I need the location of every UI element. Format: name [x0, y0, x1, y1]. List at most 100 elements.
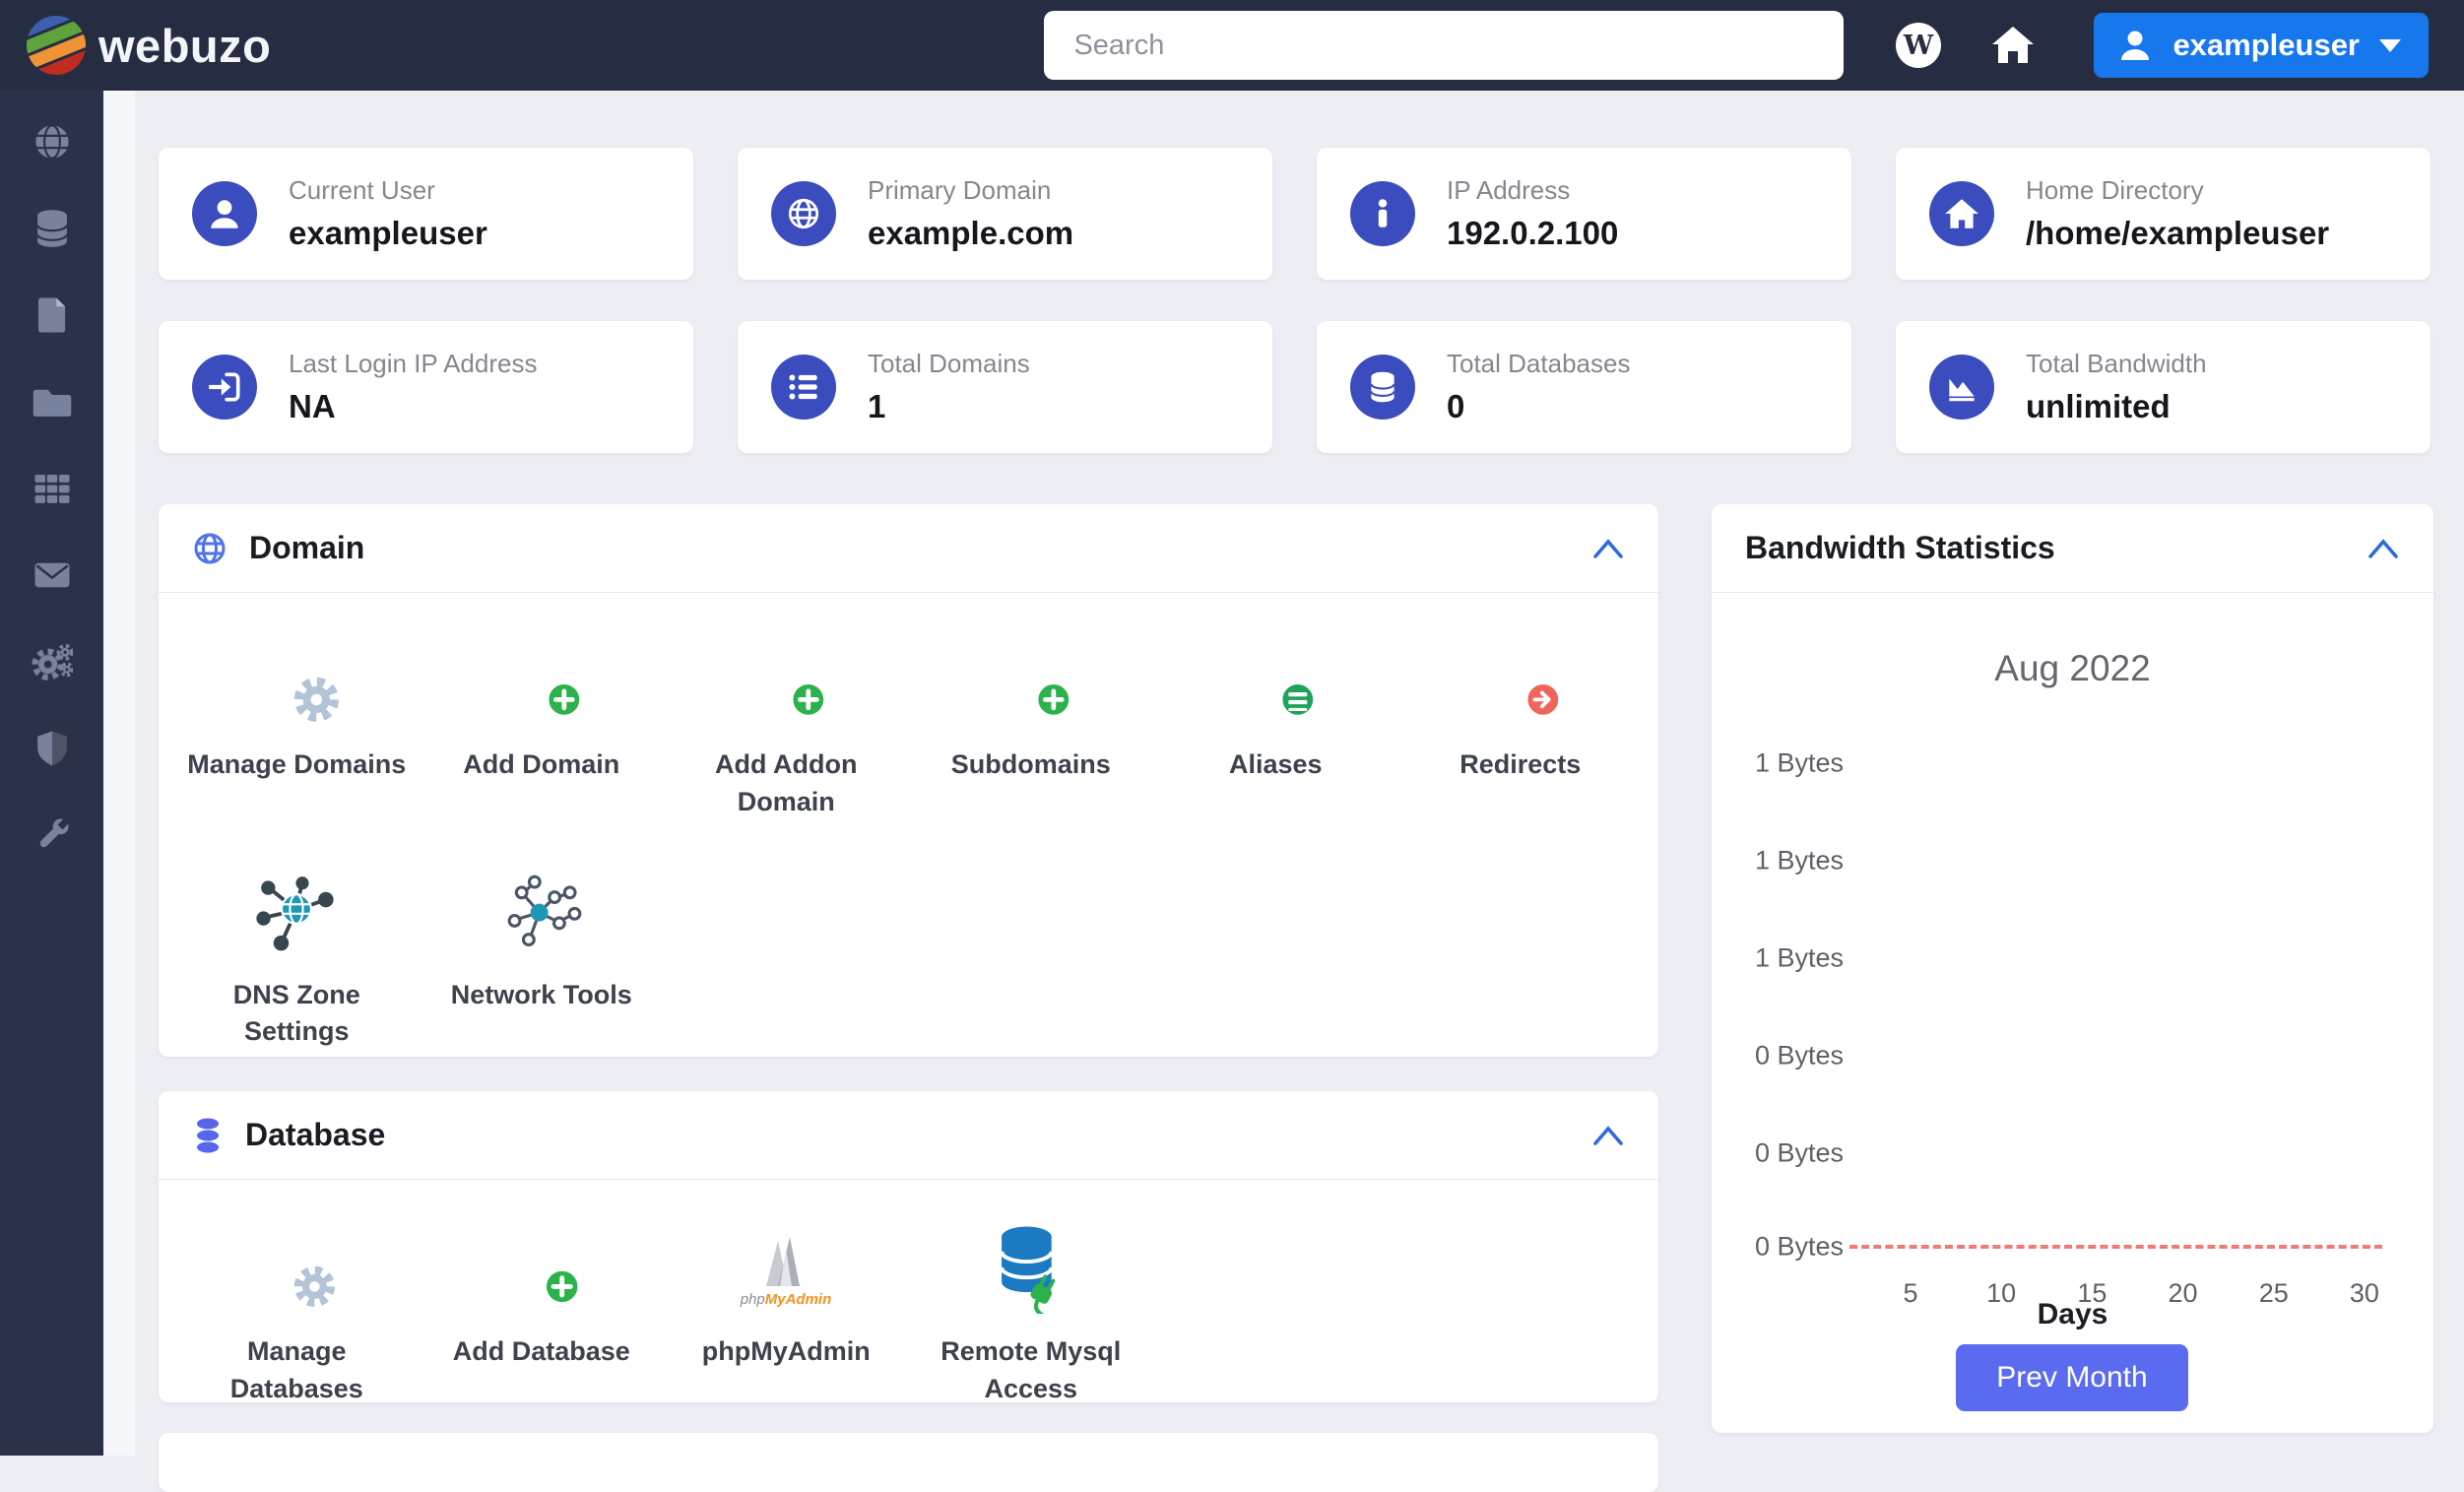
- sidebar-item-domain[interactable]: [0, 98, 103, 185]
- app-label: Subdomains: [951, 746, 1111, 784]
- webuzo-logo[interactable]: webuzo: [24, 13, 271, 78]
- collapse-chevron-up-icon[interactable]: [1591, 538, 1625, 559]
- app-subdomains[interactable]: Subdomains: [909, 632, 1154, 821]
- dashboard-main: Current User exampleuser Primary Domain …: [135, 91, 2464, 1492]
- sidebar-item-database[interactable]: [0, 185, 103, 272]
- next-panel-partial: [159, 1433, 1658, 1492]
- globe-icon: [192, 531, 227, 566]
- stat-value: exampleuser: [289, 215, 487, 252]
- app-remote-mysql-access[interactable]: Remote Mysql Access: [909, 1219, 1154, 1402]
- wordpress-icon[interactable]: W: [1893, 20, 1944, 71]
- svg-text:phpMyAdmin: phpMyAdmin: [740, 1291, 832, 1308]
- user-icon: [192, 181, 257, 246]
- user-icon: [2117, 28, 2153, 63]
- webuzo-sphere-icon: [24, 13, 89, 78]
- collapse-chevron-up-icon[interactable]: [2367, 538, 2400, 559]
- app-add-addon-domain[interactable]: Add Addon Domain: [664, 632, 909, 821]
- y-axis-tick: 0 Bytes: [1755, 1138, 1844, 1169]
- database-icon: [1350, 355, 1415, 420]
- y-axis-tick: 0 Bytes: [1755, 1041, 1844, 1071]
- app-add-domain[interactable]: Add Domain: [420, 632, 665, 821]
- database-icon: [32, 208, 73, 249]
- sidebar-item-files[interactable]: [0, 272, 103, 358]
- sidebar-item-mail[interactable]: [0, 532, 103, 618]
- gears-icon: [32, 641, 73, 682]
- card-total-bandwidth: Total Bandwidth unlimited: [1896, 321, 2431, 453]
- list-icon: [771, 355, 836, 420]
- database-plug-icon: [986, 1219, 1076, 1314]
- sidebar-item-tools[interactable]: [0, 792, 103, 878]
- stat-label: Primary Domain: [868, 175, 1073, 206]
- globe-list-icon: [1228, 632, 1323, 727]
- user-menu-button[interactable]: exampleuser: [2094, 13, 2429, 78]
- phpmyadmin-logo: phpMyAdmin: [717, 1219, 855, 1314]
- chart-month-title: Aug 2022: [1712, 648, 2433, 689]
- home-icon: [1929, 181, 1994, 246]
- wrench-icon: [32, 814, 73, 856]
- app-network-tools[interactable]: Network Tools: [420, 863, 665, 1052]
- brand-name: webuzo: [98, 19, 271, 73]
- globe-gear-icon: [249, 632, 344, 727]
- folder-icon: [32, 381, 73, 422]
- app-manage-domains[interactable]: Manage Domains: [174, 632, 420, 821]
- search-input[interactable]: [1044, 11, 1844, 80]
- globe-arrow-icon: [1473, 632, 1568, 727]
- bandwidth-panel-header: Bandwidth Statistics: [1712, 504, 2433, 593]
- app-dns-zone-settings[interactable]: DNS Zone Settings: [174, 863, 420, 1052]
- stat-value: 192.0.2.100: [1447, 215, 1618, 252]
- domain-panel-header: Domain: [159, 504, 1658, 593]
- app-label: DNS Zone Settings: [183, 977, 410, 1052]
- globe-plus-icon: [984, 632, 1078, 727]
- zero-bandwidth-dashed-line: [1849, 1245, 2382, 1249]
- mail-icon: [32, 554, 73, 596]
- app-label: Remote Mysql Access: [918, 1333, 1144, 1402]
- panel-title: Database: [245, 1117, 385, 1153]
- collapse-chevron-up-icon[interactable]: [1591, 1125, 1625, 1146]
- app-label: Network Tools: [451, 977, 632, 1014]
- app-redirects[interactable]: Redirects: [1398, 632, 1644, 821]
- panel-title: Bandwidth Statistics: [1745, 530, 2055, 566]
- y-axis-tick: 1 Bytes: [1755, 846, 1844, 876]
- database-icon: [192, 1118, 224, 1153]
- top-navbar: webuzo W exampleuser: [0, 0, 2464, 91]
- y-axis-tick: 1 Bytes: [1755, 748, 1844, 779]
- stat-label: Total Bandwidth: [2026, 349, 2207, 379]
- database-app-grid: Manage Databases Add Database: [159, 1180, 1658, 1402]
- app-label: Add Addon Domain: [673, 746, 899, 821]
- card-home-directory: Home Directory /home/exampleuser: [1896, 148, 2431, 280]
- globe-plus-icon: [739, 632, 833, 727]
- network-nodes-icon: [499, 863, 584, 957]
- y-axis-tick: 0 Bytes: [1755, 1232, 1844, 1263]
- left-sidebar: [0, 91, 103, 1456]
- app-phpmyadmin[interactable]: phpMyAdmin phpMyAdmin: [664, 1219, 909, 1402]
- globe-icon: [771, 181, 836, 246]
- home-icon[interactable]: [1987, 20, 2039, 71]
- stat-label: Total Domains: [868, 349, 1030, 379]
- app-label: Manage Databases: [183, 1333, 410, 1402]
- x-axis-label: Days: [1810, 1298, 2335, 1331]
- y-axis-tick: 1 Bytes: [1755, 943, 1844, 974]
- database-panel: Database Manage Databases: [159, 1091, 1658, 1402]
- app-label: Redirects: [1459, 746, 1581, 784]
- server-plus-icon: [496, 1219, 587, 1314]
- dns-network-icon: [254, 863, 339, 957]
- app-label: Add Domain: [463, 746, 619, 784]
- info-icon: [1350, 181, 1415, 246]
- chart-icon: [1929, 355, 1994, 420]
- stat-label: IP Address: [1447, 175, 1618, 206]
- svg-text:W: W: [1903, 31, 1934, 61]
- server-gear-icon: [251, 1219, 342, 1314]
- app-aliases[interactable]: Aliases: [1153, 632, 1398, 821]
- card-total-databases: Total Databases 0: [1317, 321, 1851, 453]
- sidebar-item-folder[interactable]: [0, 358, 103, 445]
- sidebar-item-security[interactable]: [0, 705, 103, 792]
- prev-month-button[interactable]: Prev Month: [1956, 1344, 2188, 1411]
- app-manage-databases[interactable]: Manage Databases: [174, 1219, 420, 1402]
- globe-plus-icon: [494, 632, 589, 727]
- sidebar-item-settings[interactable]: [0, 618, 103, 705]
- sidebar-item-apps[interactable]: [0, 445, 103, 532]
- card-total-domains: Total Domains 1: [738, 321, 1272, 453]
- app-add-database[interactable]: Add Database: [420, 1219, 665, 1402]
- app-label: phpMyAdmin: [702, 1333, 871, 1371]
- card-ip-address: IP Address 192.0.2.100: [1317, 148, 1851, 280]
